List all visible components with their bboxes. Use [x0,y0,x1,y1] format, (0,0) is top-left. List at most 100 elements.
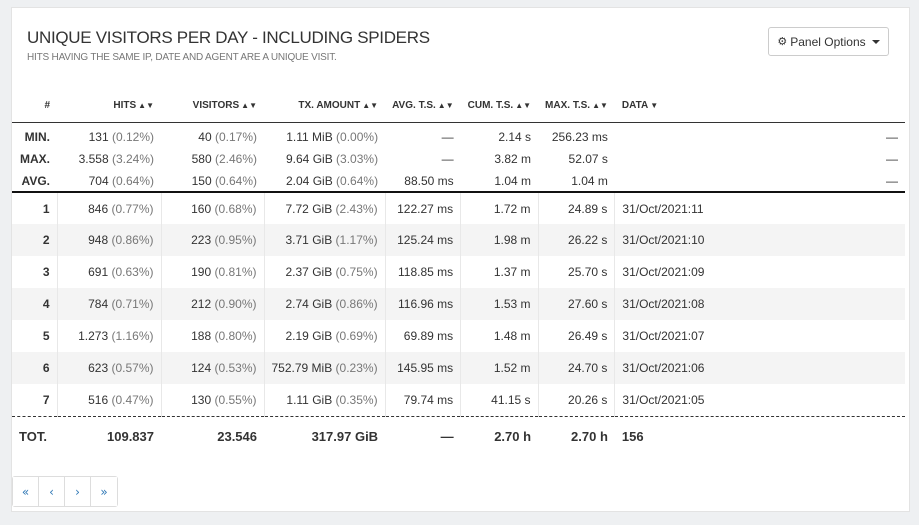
total-max-ts: 2.70 h [538,415,615,456]
row-tx: 2.37 GiB (0.75%) [264,256,386,288]
table-header-row: # HITS ▲▼ VISITORS ▲▼ TX. AMOUNT ▲▼ AVG. T.… [12,90,905,123]
row-max-ts: 20.26 s [538,384,616,416]
summary-row-max: MAX. 3.558 (3.24%) 580 (2.46%) 9.64 GiB … [12,148,905,170]
row-visitors: 223 (0.95%) [161,224,265,256]
total-label: TOT. [12,415,57,456]
col-avg-ts[interactable]: AVG. T.S. ▲▼ [385,90,461,123]
row-cum-ts: 41.15 s [460,384,539,416]
row-cum-ts: 1.53 m [460,288,539,320]
panel-options-label: Panel Options [790,34,866,49]
panel-options-button[interactable]: ⚙ Panel Options [768,27,889,56]
summary-max-ts: 1.04 m [538,170,615,193]
first-page-button[interactable]: « [13,477,39,506]
row-num: 3 [12,256,58,288]
row-cum-ts: 1.52 m [460,352,539,384]
row-avg-ts: 125.24 ms [385,224,462,256]
summary-visitors: 150 (0.64%) [161,170,264,193]
summary-max-ts: 256.23 ms [551,130,608,145]
table-row: 4 784 (0.71%) 212 (0.90%) 2.74 GiB (0.86%) 1… [12,288,905,320]
row-num: 4 [12,288,58,320]
summary-row-avg: AVG. 704 (0.64%) 150 (0.64%) 2.04 GiB (0… [12,170,905,193]
row-hits: 623 (0.57%) [57,352,162,384]
sort-icon: ▲▼ [138,101,154,111]
total-hits: 109.837 [57,415,161,456]
summary-hits: 131 (0.12%) [88,130,154,145]
total-data: 156 [614,415,905,456]
row-data: 31/Oct/2021:08 [614,288,905,320]
row-tx: 1.11 GiB (0.35%) [264,384,386,416]
row-cum-ts: 1.72 m [460,192,539,224]
summary-data: — [886,130,898,145]
total-row: TOT. 109.837 23.546 317.97 GiB — 2.70 h … [12,415,905,456]
row-tx: 2.19 GiB (0.69%) [264,320,386,352]
visitors-panel: UNIQUE VISITORS PER DAY - INCLUDING SPID… [11,7,910,512]
summary-label: MIN. [24,130,50,145]
row-data: 31/Oct/2021:11 [622,201,704,216]
last-page-button[interactable]: » [91,477,117,506]
sort-icon: ▲▼ [241,101,257,111]
summary-hits: 3.558 (3.24%) [78,152,154,166]
row-visitors: 188 (0.80%) [161,320,265,352]
row-hits: 1.273 (1.16%) [57,320,162,352]
total-tx: 317.97 GiB [264,415,386,456]
panel-title: UNIQUE VISITORS PER DAY - INCLUDING SPID… [27,28,430,47]
sort-icon: ▲▼ [437,101,454,111]
row-avg-ts: 116.96 ms [385,288,462,320]
row-cum-ts: 1.48 m [460,320,539,352]
col-data[interactable]: DATA ▼ [614,90,905,123]
summary-hits: 704 (0.64%) [57,170,161,193]
summary-visitors: 580 (2.46%) [191,152,257,166]
total-visitors: 23.546 [161,415,264,456]
table-row: 2 948 (0.86%) 223 (0.95%) 3.71 GiB (1.17%) 1… [12,224,905,256]
row-avg-ts: 118.85 ms [385,256,462,288]
data-rows: 1 846 (0.77%) 160 (0.68%) 7.72 GiB (2.43%) 1… [12,192,905,416]
col-num: # [12,90,57,123]
row-avg-ts: 145.95 ms [385,352,462,384]
prev-page-button[interactable]: ‹ [39,477,65,506]
row-visitors: 190 (0.81%) [161,256,265,288]
row-data: 31/Oct/2021:05 [622,392,705,407]
summary-cum-ts: 2.14 s [498,130,532,145]
col-hits[interactable]: HITS ▲▼ [57,90,161,123]
sort-icon: ▲▼ [362,101,379,111]
row-visitors: 124 (0.53%) [161,352,265,384]
total-row-group: TOT. 109.837 23.546 317.97 GiB — 2.70 h … [12,415,905,456]
caret-down-icon: ▼ [650,101,659,111]
row-max-ts: 26.22 s [538,224,616,256]
row-cum-ts: 1.37 m [460,256,539,288]
total-avg-ts: — [385,415,461,456]
row-visitors: 130 (0.55%) [161,384,265,416]
row-hits: 516 (0.47%) [57,384,162,416]
row-data: 31/Oct/2021:10 [614,224,905,256]
col-visitors[interactable]: VISITORS ▲▼ [161,90,264,123]
row-data: 31/Oct/2021:09 [622,265,705,279]
row-tx: 7.72 GiB (2.43%) [264,192,386,224]
row-max-ts: 27.60 s [538,288,616,320]
visitors-table: # HITS ▲▼ VISITORS ▲▼ TX. AMOUNT ▲▼ AVG. T.… [12,90,905,456]
row-num: 1 [12,192,58,224]
col-cum-ts[interactable]: CUM. T.S. ▲▼ [460,90,539,123]
row-num: 5 [12,320,58,352]
col-max-ts[interactable]: MAX. T.S. ▲▼ [538,90,615,123]
summary-avg-ts: — [441,152,454,166]
row-cum-ts: 1.98 m [460,224,539,256]
summary-rows: MIN. 131 (0.12%) 40 (0.17%) 1.11 MiB (0.… [12,122,905,193]
next-page-button[interactable]: › [65,477,91,506]
row-tx: 752.79 MiB (0.23%) [264,352,386,384]
caret-down-icon [871,39,880,44]
col-tx-amount[interactable]: TX. AMOUNT ▲▼ [264,90,386,123]
row-tx: 3.71 GiB (1.17%) [264,224,386,256]
row-num: 7 [12,384,58,416]
summary-cum-ts: 3.82 m [494,152,532,166]
pagination: « ‹ › » [12,476,118,507]
row-hits: 948 (0.86%) [57,224,162,256]
sort-icon: ▲▼ [515,101,532,111]
row-num: 6 [12,352,58,384]
row-avg-ts: 69.89 ms [385,320,462,352]
table-row: 7 516 (0.47%) 130 (0.55%) 1.11 GiB (0.35%) 7… [12,384,905,416]
panel-subtitle: HITS HAVING THE SAME IP, DATE AND AGENT … [27,52,337,63]
summary-avg-ts: 88.50 ms [385,170,461,193]
row-max-ts: 25.70 s [538,256,616,288]
row-visitors: 212 (0.90%) [161,288,265,320]
summary-max-ts: 52.07 s [568,152,608,166]
